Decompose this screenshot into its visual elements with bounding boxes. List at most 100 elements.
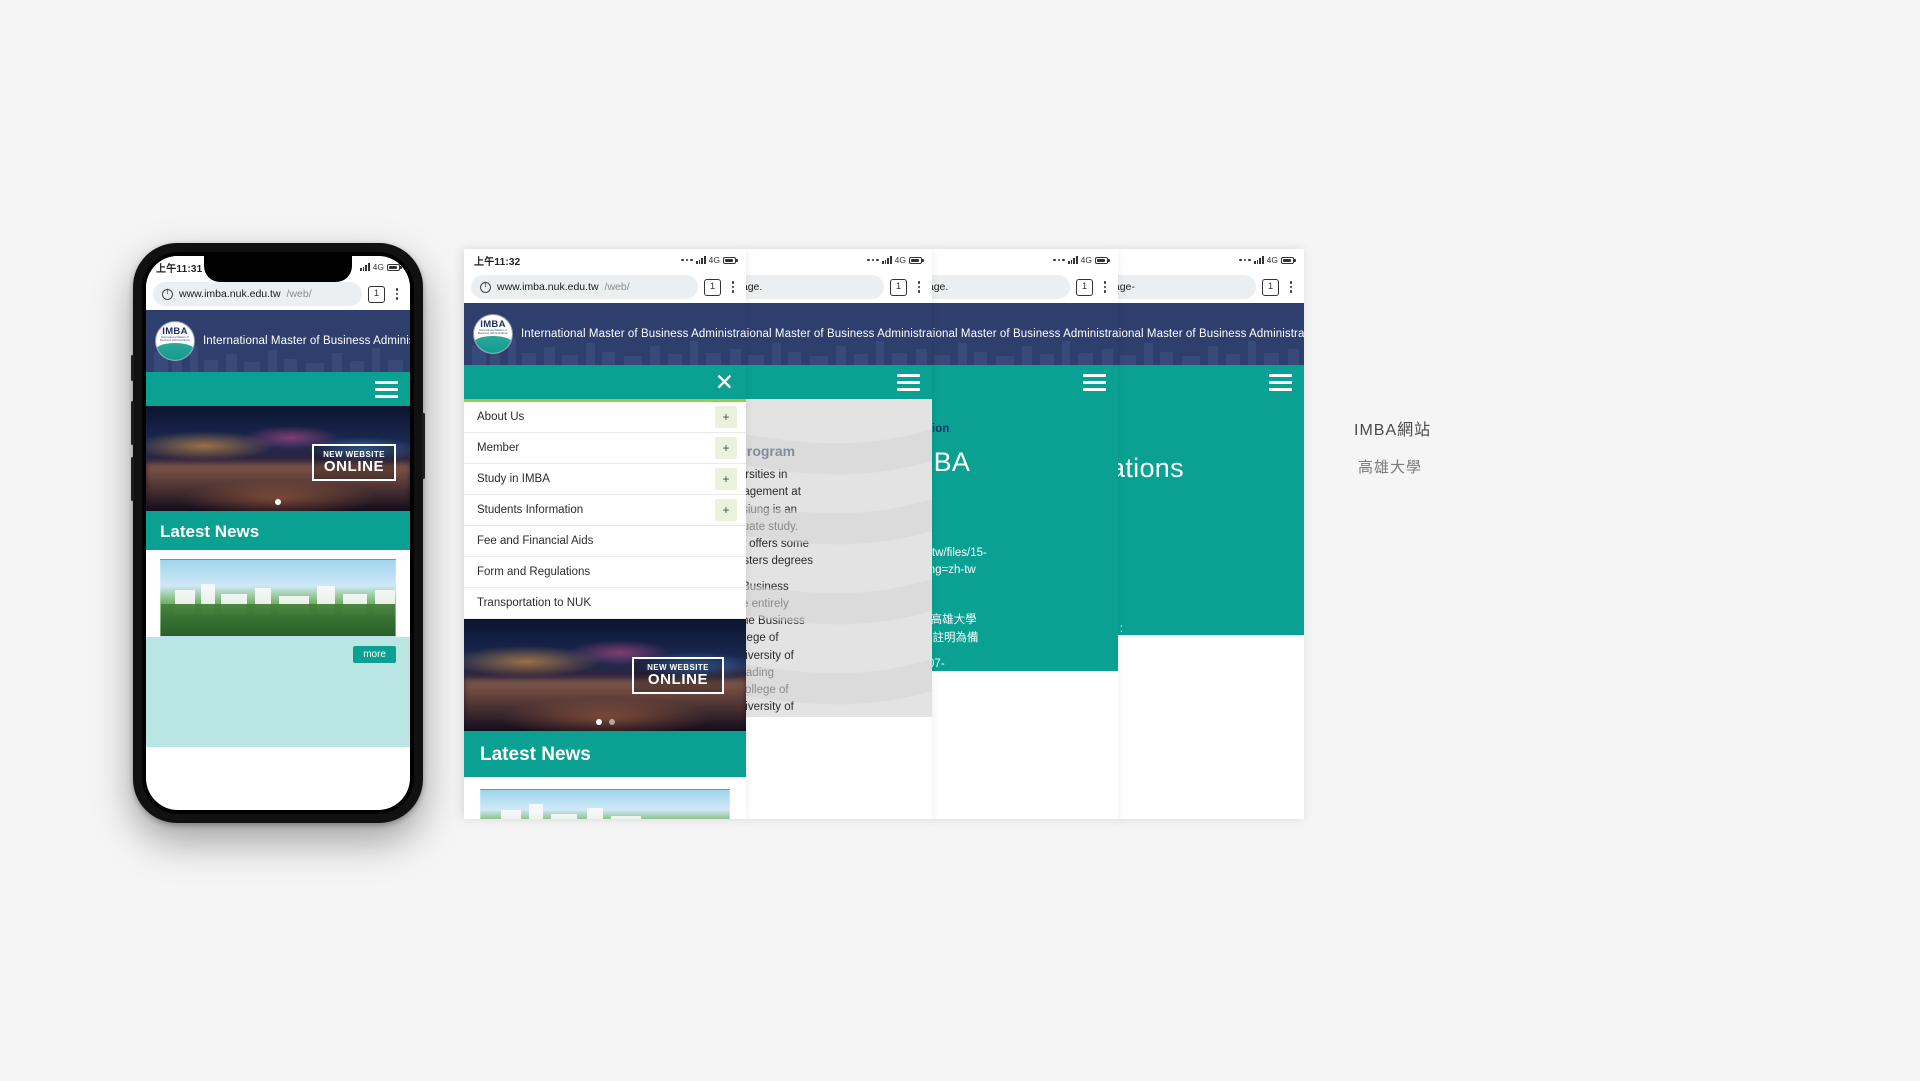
tab-count-button[interactable]: 1: [368, 285, 385, 303]
carousel-dot[interactable]: [608, 719, 615, 725]
tab-count-button[interactable]: 1: [704, 278, 721, 296]
logo-wave-shape: [156, 343, 194, 360]
expand-plus-icon[interactable]: +: [715, 468, 737, 490]
menu-item-transportation-to-nuk[interactable]: Transportation to NUK: [464, 588, 746, 619]
menu-item-students-information[interactable]: Students Information +: [464, 495, 746, 526]
nav-drawer: About Us + Member + Study in IMBA + Stud…: [464, 399, 746, 619]
browser-url-bar: uk.edu.tw/web/page- 1: [1118, 271, 1304, 303]
info-icon[interactable]: [480, 280, 491, 293]
site-nav-bar: [1118, 365, 1304, 399]
status-bar: 上午11:32 4G: [746, 249, 932, 271]
menu-item-fee-and-financial-aids[interactable]: Fee and Financial Aids: [464, 526, 746, 557]
url-input[interactable]: www.imba.nuk.edu.tw/web/: [153, 282, 362, 306]
carousel-dots[interactable]: [146, 499, 410, 505]
site-header: IMBA International Master of Business Ad…: [746, 303, 932, 365]
link-line-2[interactable]: c887-1.php?Lang=zh-tw: [932, 562, 1118, 579]
battery-icon: [1095, 256, 1110, 264]
status-bar: 上午11:32 4G: [464, 249, 746, 271]
expand-plus-icon[interactable]: +: [715, 437, 737, 459]
news-thumbnail[interactable]: [480, 789, 730, 819]
tab-count-button[interactable]: 1: [1076, 278, 1093, 296]
menu-item-member[interactable]: Member +: [464, 433, 746, 464]
browser-url-bar: uk.edu.tw/web/page. 1: [932, 271, 1118, 303]
phone-mute-switch: [131, 355, 134, 381]
kebab-menu-icon[interactable]: [1099, 280, 1111, 294]
status-icons: 4G: [1238, 255, 1296, 265]
hamburger-icon[interactable]: [1083, 373, 1106, 391]
network-type-label: 4G: [894, 255, 906, 265]
url-path: /web/: [604, 281, 630, 293]
caption-subtitle: 高雄大學: [1358, 459, 1423, 476]
url-host: www.imba.nuk.edu.tw: [179, 288, 281, 300]
url-input[interactable]: uk.edu.tw/web/page.: [932, 275, 1070, 299]
menu-item-study-in-imba[interactable]: Study in IMBA +: [464, 464, 746, 495]
menu-item-label: Students Information: [477, 504, 584, 516]
carousel-dots[interactable]: [464, 719, 746, 725]
phone-volume-up-button: [131, 401, 134, 445]
tab-count-button[interactable]: 1: [1262, 278, 1279, 296]
browser-url-bar: www.imba.nuk.edu.tw/web/ 1: [146, 278, 410, 310]
url-input[interactable]: uk.edu.tw/web/page.: [746, 275, 884, 299]
canvas: 上午11:31 4G www.imba.nuk.edu.tw/web/ 1: [0, 0, 1920, 1081]
status-bar: 上午11:32 4G: [1118, 249, 1304, 271]
page-subheading: d Regulations: [1118, 483, 1304, 517]
latest-news-header: Latest News: [146, 511, 410, 550]
tab-count-button[interactable]: 1: [890, 278, 907, 296]
signal-bars-icon: [881, 256, 892, 264]
site-title: International Master of Business Adminis…: [932, 328, 1118, 340]
overflow-dots-icon: [866, 258, 879, 262]
site-nav-bar: [146, 372, 410, 406]
overflow-dots-icon: [1052, 258, 1065, 262]
kebab-menu-icon[interactable]: [727, 280, 739, 294]
caption-block: IMBA網站 高雄大學: [1354, 416, 1431, 477]
screenshot-menu-open: 上午11:32 4G www.imba.nuk.edu.tw/web/ 1: [464, 249, 746, 819]
page-title: y in IMBA: [932, 447, 971, 477]
network-type-label: 4G: [1080, 255, 1092, 265]
overflow-dots-icon: [680, 258, 693, 262]
tail-line: 寄送後,請來電(07-: [932, 657, 945, 670]
menu-item-about-us[interactable]: About Us +: [464, 402, 746, 433]
price-line: S$1,500: [932, 579, 1118, 601]
url-input[interactable]: www.imba.nuk.edu.tw/web/: [471, 275, 698, 299]
expand-plus-icon[interactable]: +: [715, 499, 737, 521]
screenshot-about-article: 上午11:32 4G uk.edu.tw/web/page. 1: [746, 249, 932, 819]
hero-carousel[interactable]: NEW WEBSITE ONLINE: [146, 406, 410, 511]
status-icons: 4G: [680, 255, 738, 265]
expand-plus-icon[interactable]: +: [715, 406, 737, 428]
info-icon[interactable]: [162, 287, 173, 300]
site-header: IMBA International Master of Business Ad…: [146, 310, 410, 372]
kebab-menu-icon[interactable]: [391, 287, 403, 301]
network-type-label: 4G: [372, 262, 384, 272]
menu-item-form-and-regulations[interactable]: Form and Regulations: [464, 557, 746, 588]
link-line-1[interactable]: ssions.nuk.edu.tw/files/15-: [932, 539, 1118, 562]
phone-screen: 上午11:31 4G www.imba.nuk.edu.tw/web/ 1: [146, 256, 410, 810]
page-subheading: c Student: [932, 517, 1118, 539]
page-title-line2: Regulations: [1118, 453, 1184, 484]
more-button[interactable]: more: [353, 646, 396, 663]
url-input[interactable]: uk.edu.tw/web/page-: [1118, 275, 1256, 299]
carousel-dot[interactable]: [275, 499, 281, 505]
url-text: uk.edu.tw/web/page.: [932, 281, 949, 293]
logo-subtext: International Master of Business Adminis…: [478, 329, 508, 335]
network-type-label: 4G: [708, 255, 720, 265]
status-time: 上午11:31: [156, 263, 203, 275]
signal-bars-icon: [695, 256, 706, 264]
news-thumbnail[interactable]: [160, 559, 396, 637]
status-time: 上午11:32: [474, 256, 521, 268]
browser-url-bar: www.imba.nuk.edu.tw/web/ 1: [464, 271, 746, 303]
url-text: uk.edu.tw/web/page.: [746, 281, 763, 293]
hamburger-icon[interactable]: [1269, 373, 1292, 391]
hero-carousel[interactable]: NEW WEBSITE ONLINE: [464, 619, 746, 731]
battery-icon: [1281, 256, 1296, 264]
page-content-form-regulations: n and Regulations d Regulations pplicati…: [1118, 399, 1304, 636]
kebab-menu-icon[interactable]: [1285, 280, 1297, 294]
hamburger-icon[interactable]: [375, 380, 398, 398]
page-title-line1: n and: [1118, 411, 1304, 453]
close-icon[interactable]: ✕: [715, 370, 734, 394]
hamburger-icon[interactable]: [897, 373, 920, 391]
carousel-dot[interactable]: [595, 719, 602, 725]
kebab-menu-icon[interactable]: [913, 280, 925, 294]
url-host: www.imba.nuk.edu.tw: [497, 281, 599, 293]
page-content-article: s ight of the Program e leading Universi…: [746, 399, 932, 717]
site-nav-bar: ✕: [464, 365, 746, 399]
